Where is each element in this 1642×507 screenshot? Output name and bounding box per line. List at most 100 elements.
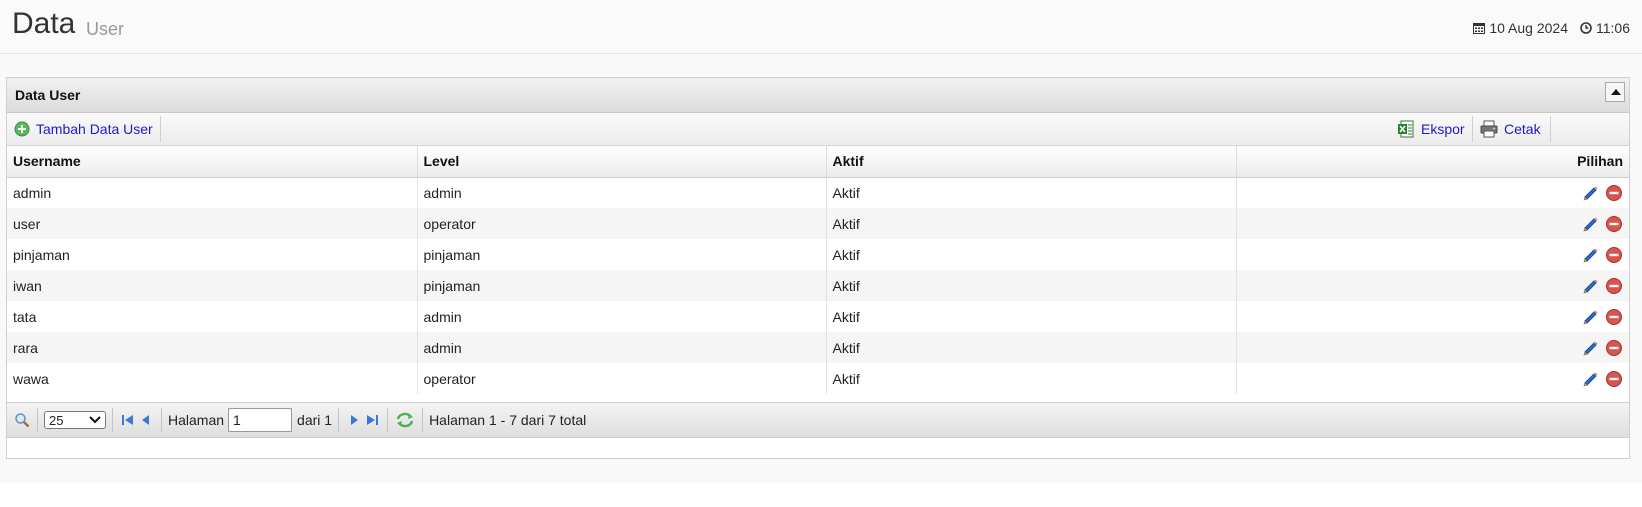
search-button[interactable] (13, 411, 31, 429)
export-button[interactable]: Ekspor (1397, 113, 1465, 145)
edit-button[interactable] (1582, 215, 1600, 233)
page-of-label: dari 1 (297, 412, 333, 428)
cell-level: pinjaman (417, 239, 827, 270)
pager-divider (422, 408, 424, 432)
cell-username: admin (7, 177, 418, 208)
remove-icon (1606, 184, 1622, 201)
panel-title: Data User (15, 87, 81, 103)
edit-button[interactable] (1582, 370, 1600, 388)
first-page-button[interactable] (119, 411, 137, 429)
time-text: 11:06 (1596, 20, 1630, 36)
pencil-icon (1583, 279, 1598, 294)
pencil-icon (1583, 310, 1598, 325)
excel-icon (1398, 120, 1414, 138)
cell-username: wawa (7, 363, 418, 394)
prev-page-button[interactable] (137, 411, 155, 429)
printer-icon (1480, 120, 1498, 138)
column-header-username[interactable]: Username (7, 146, 418, 178)
cell-actions (1236, 363, 1629, 394)
date-display: 10 Aug 2024 (1473, 20, 1568, 36)
row-actions (1582, 308, 1623, 326)
cell-level: admin (417, 301, 827, 332)
table-row[interactable]: wawa operator Aktif (7, 363, 1629, 394)
pencil-icon (1583, 341, 1598, 356)
column-header-pilihan: Pilihan (1236, 146, 1629, 178)
refresh-button[interactable] (394, 411, 416, 429)
delete-button[interactable] (1605, 277, 1623, 295)
pencil-icon (1583, 217, 1598, 232)
pencil-icon (1583, 372, 1598, 387)
print-label: Cetak (1504, 121, 1541, 137)
add-user-label: Tambah Data User (36, 121, 153, 137)
cell-aktif: Aktif (826, 332, 1237, 363)
cell-actions (1236, 208, 1629, 239)
remove-icon (1606, 370, 1622, 387)
cell-actions (1236, 177, 1629, 208)
table-row[interactable]: user operator Aktif (7, 208, 1629, 239)
delete-button[interactable] (1605, 339, 1623, 357)
cell-username: tata (7, 301, 418, 332)
cell-username: pinjaman (7, 239, 418, 270)
page-header: Data User 10 Aug 2024 11:06 (0, 0, 1642, 54)
page: Data User 10 Aug 2024 11:06 Data User Ta… (0, 0, 1642, 483)
cell-aktif: Aktif (826, 177, 1237, 208)
collapse-button[interactable] (1605, 82, 1625, 102)
edit-button[interactable] (1582, 184, 1600, 202)
cell-username: rara (7, 332, 418, 363)
row-actions (1582, 215, 1623, 233)
page-number-value: 1 (233, 412, 241, 428)
remove-icon (1606, 339, 1622, 356)
cell-username: iwan (7, 270, 418, 301)
column-header-level[interactable]: Level (417, 146, 827, 178)
add-user-button[interactable]: Tambah Data User (14, 113, 153, 145)
table-row[interactable]: admin admin Aktif (7, 177, 1629, 208)
edit-button[interactable] (1582, 308, 1600, 326)
cell-aktif: Aktif (826, 208, 1237, 239)
page-size-select[interactable]: 25 (44, 411, 106, 429)
cell-level: pinjaman (417, 270, 827, 301)
cell-username: user (7, 208, 418, 239)
cell-actions (1236, 301, 1629, 332)
last-page-icon (367, 415, 379, 425)
column-header-aktif[interactable]: Aktif (826, 146, 1237, 178)
cell-level: operator (417, 363, 827, 394)
edit-button[interactable] (1582, 339, 1600, 357)
page-size-value: 25 (49, 412, 64, 428)
cell-level: admin (417, 177, 827, 208)
cell-actions (1236, 270, 1629, 301)
table-row[interactable]: tata admin Aktif (7, 301, 1629, 332)
toolbar: Tambah Data User Ekspor Cetak (7, 113, 1629, 146)
row-actions (1582, 246, 1623, 264)
table-row[interactable]: iwan pinjaman Aktif (7, 270, 1629, 301)
delete-button[interactable] (1605, 308, 1623, 326)
pager-divider (387, 408, 389, 432)
print-button[interactable]: Cetak (1480, 113, 1541, 145)
cell-aktif: Aktif (826, 270, 1237, 301)
table-row[interactable]: pinjaman pinjaman Aktif (7, 239, 1629, 270)
row-actions (1582, 339, 1623, 357)
record-summary: Halaman 1 - 7 dari 7 total (429, 412, 587, 428)
last-page-button[interactable] (363, 411, 381, 429)
delete-button[interactable] (1605, 246, 1623, 264)
next-page-icon (351, 415, 359, 425)
cell-level: admin (417, 332, 827, 363)
table-row[interactable]: rara admin Aktif (7, 332, 1629, 363)
remove-icon (1606, 246, 1622, 263)
pager-divider (112, 408, 113, 432)
search-icon (15, 413, 30, 428)
edit-button[interactable] (1582, 277, 1600, 295)
delete-button[interactable] (1605, 215, 1623, 233)
add-icon (14, 121, 30, 137)
edit-button[interactable] (1582, 246, 1600, 264)
page-number-input[interactable]: 1 (228, 408, 293, 432)
pencil-icon (1583, 248, 1598, 263)
table-body: admin admin Aktif user operator Aktif pinjaman… (7, 177, 1629, 394)
calendar-icon (1473, 23, 1486, 34)
toolbar-divider (160, 116, 161, 142)
next-page-button[interactable] (345, 411, 363, 429)
row-actions (1582, 184, 1623, 202)
delete-button[interactable] (1605, 184, 1623, 202)
pencil-icon (1583, 186, 1598, 201)
table-header-row: Username Level Aktif Pilihan (7, 146, 1629, 178)
delete-button[interactable] (1605, 370, 1623, 388)
